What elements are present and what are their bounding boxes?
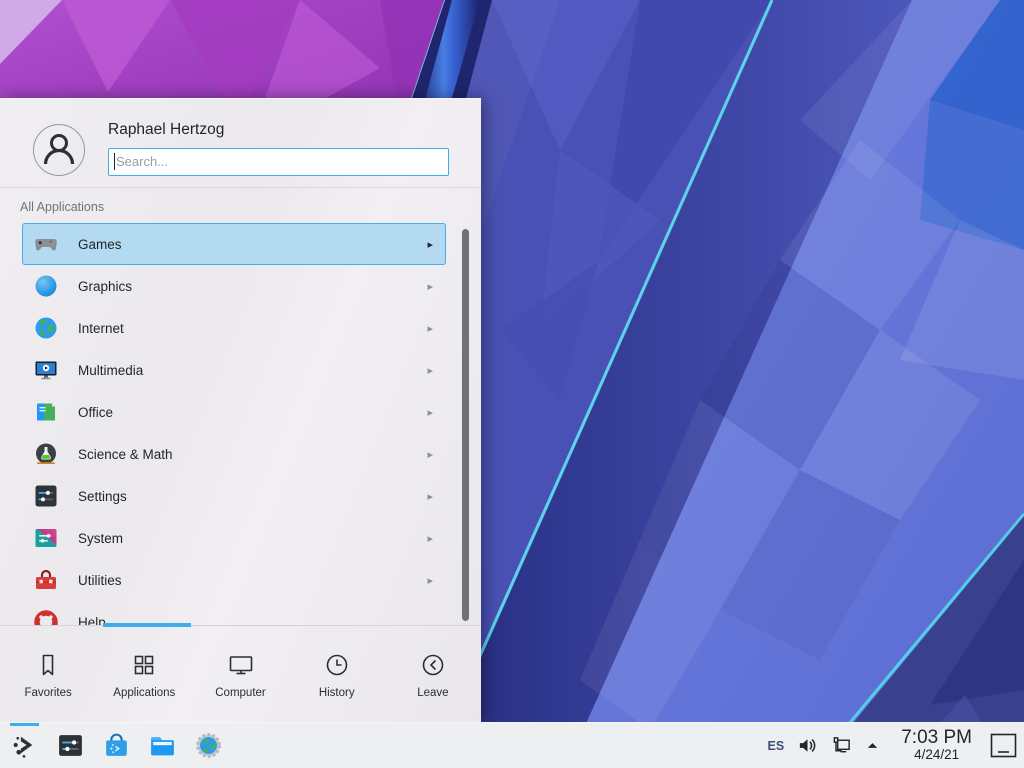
category-label: Games (78, 237, 427, 252)
clock-time: 7:03 PM (901, 728, 972, 749)
taskbar-discover[interactable] (102, 731, 131, 760)
search-input[interactable]: Search... (108, 148, 449, 176)
category-label: Office (78, 405, 427, 420)
tab-label: Leave (417, 687, 448, 699)
dolphin-icon (148, 731, 177, 760)
applications-icon (129, 650, 159, 680)
tab-favorites[interactable]: Favorites (0, 626, 96, 723)
computer-icon (226, 650, 256, 680)
tab-history[interactable]: History (289, 626, 385, 723)
submenu-arrow-icon: ▸ (427, 406, 433, 419)
browser-icon (194, 731, 223, 760)
office-icon (33, 399, 59, 425)
category-item-help[interactable]: Help (22, 601, 446, 625)
volume-icon[interactable] (797, 735, 818, 756)
category-item-settings[interactable]: Settings▸ (22, 475, 446, 517)
category-item-system[interactable]: System▸ (22, 517, 446, 559)
taskbar-system-settings[interactable] (56, 731, 85, 760)
system-icon (33, 525, 59, 551)
taskbar-file-manager[interactable] (148, 731, 177, 760)
category-label: Science & Math (78, 447, 427, 462)
submenu-arrow-icon: ▸ (427, 364, 433, 377)
tab-label: Computer (215, 687, 266, 699)
kickoff-icon (10, 731, 39, 760)
science-icon (33, 441, 59, 467)
history-icon (322, 650, 352, 680)
active-launcher-indicator (10, 723, 39, 726)
submenu-arrow-icon: ▸ (427, 490, 433, 503)
user-name: Raphael Hertzog (108, 121, 224, 139)
multimedia-icon (33, 357, 59, 383)
category-item-internet[interactable]: Internet▸ (22, 307, 446, 349)
favorites-icon (33, 650, 63, 680)
category-label: Graphics (78, 279, 427, 294)
games-icon (33, 231, 59, 257)
submenu-arrow-icon: ▸ (427, 280, 433, 293)
category-item-multimedia[interactable]: Multimedia▸ (22, 349, 446, 391)
category-item-graphics[interactable]: Graphics▸ (22, 265, 446, 307)
section-label: All Applications (20, 200, 104, 214)
keyboard-layout-indicator[interactable]: ES (768, 739, 785, 753)
internet-icon (33, 315, 59, 341)
tab-label: Applications (113, 687, 175, 699)
user-avatar-icon (33, 124, 85, 176)
submenu-arrow-icon: ▸ (427, 448, 433, 461)
category-label: System (78, 531, 427, 546)
tab-leave[interactable]: Leave (385, 626, 481, 723)
system-settings-icon (56, 731, 85, 760)
tab-applications[interactable]: Applications (96, 626, 192, 723)
leave-icon (418, 650, 448, 680)
tab-label: Favorites (24, 687, 71, 699)
app-launcher-menu: Raphael Hertzog Search... All Applicatio… (0, 98, 481, 723)
help-icon (33, 609, 59, 625)
graphics-icon (33, 273, 59, 299)
system-tray: ES 7:03 PM 4/24/21 (768, 728, 1024, 763)
clock-date: 4/24/21 (901, 748, 972, 763)
category-item-games[interactable]: Games▸ (22, 223, 446, 265)
taskbar-app-launcher[interactable] (10, 731, 39, 760)
desktop: Raphael Hertzog Search... All Applicatio… (0, 0, 1024, 768)
clock-widget[interactable]: 7:03 PM 4/24/21 (901, 728, 972, 763)
category-label: Internet (78, 321, 427, 336)
category-label: Settings (78, 489, 427, 504)
settings-icon (33, 483, 59, 509)
submenu-arrow-icon: ▸ (427, 574, 433, 587)
tab-label: History (319, 687, 355, 699)
utilities-icon (33, 567, 59, 593)
category-item-science-math[interactable]: Science & Math▸ (22, 433, 446, 475)
launcher-tab-bar: Favorites Applications Computer History Leav… (0, 626, 481, 723)
expand-tray-icon[interactable] (865, 738, 880, 753)
taskbar: ES 7:03 PM 4/24/21 (0, 722, 1024, 768)
category-list: Games▸Graphics▸Internet▸Multimedia▸Offic… (0, 223, 481, 625)
tab-computer[interactable]: Computer (192, 626, 288, 723)
taskbar-web-browser[interactable] (194, 731, 223, 760)
submenu-arrow-icon: ▸ (427, 238, 433, 251)
discover-icon (102, 731, 131, 760)
category-item-office[interactable]: Office▸ (22, 391, 446, 433)
category-item-utilities[interactable]: Utilities▸ (22, 559, 446, 601)
search-placeholder: Search... (116, 154, 168, 169)
category-label: Utilities (78, 573, 427, 588)
text-caret (114, 153, 115, 170)
show-desktop-button[interactable] (990, 733, 1017, 758)
taskbar-launchers (0, 731, 223, 760)
submenu-arrow-icon: ▸ (427, 532, 433, 545)
category-label: Multimedia (78, 363, 427, 378)
submenu-arrow-icon: ▸ (427, 322, 433, 335)
header-divider (0, 187, 481, 188)
network-icon[interactable] (831, 735, 852, 756)
scrollbar-thumb[interactable] (462, 229, 469, 621)
